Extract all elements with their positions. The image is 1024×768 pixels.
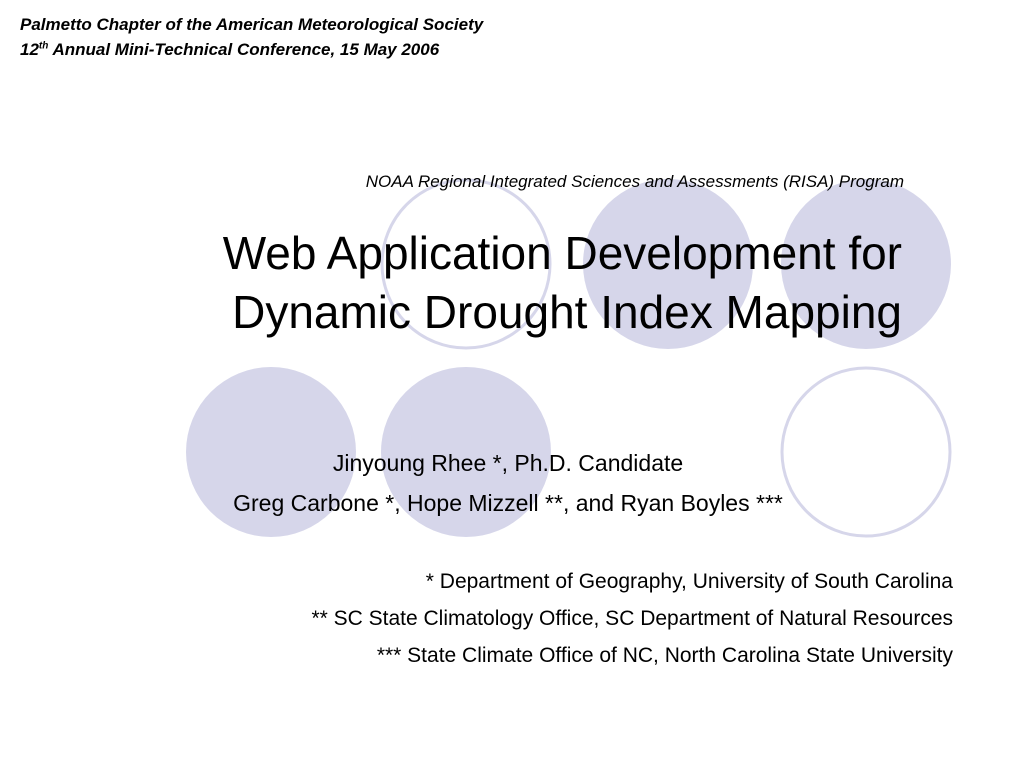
authors: Jinyoung Rhee *, Ph.D. Candidate Greg Ca… — [150, 443, 866, 523]
title-line: Dynamic Drought Index Mapping — [232, 286, 902, 338]
author-line: Greg Carbone *, Hope Mizzell **, and Rya… — [233, 490, 783, 516]
header-conference-date: Annual Mini-Technical Conference, 15 May… — [48, 40, 440, 59]
author-line: Jinyoung Rhee *, Ph.D. Candidate — [332, 450, 684, 476]
program-name: NOAA Regional Integrated Sciences and As… — [365, 172, 904, 191]
conference-header-line1: Palmetto Chapter of the American Meteoro… — [20, 15, 484, 34]
slide: Palmetto Chapter of the American Meteoro… — [0, 0, 1024, 768]
affiliation-line: ** SC State Climatology Office, SC Depar… — [311, 607, 953, 630]
header-edition-number: 12 — [20, 40, 39, 59]
affiliation-line: *** State Climate Office of NC, North Ca… — [376, 644, 953, 667]
slide-title: Web Application Development for Dynamic … — [100, 224, 902, 342]
title-line: Web Application Development for — [222, 227, 902, 279]
affiliations: * Department of Geography, University of… — [120, 563, 953, 674]
affiliation-line: * Department of Geography, University of… — [425, 570, 953, 593]
conference-header-line2: 12th Annual Mini-Technical Conference, 1… — [20, 40, 439, 60]
header-edition-suffix: th — [38, 40, 49, 52]
